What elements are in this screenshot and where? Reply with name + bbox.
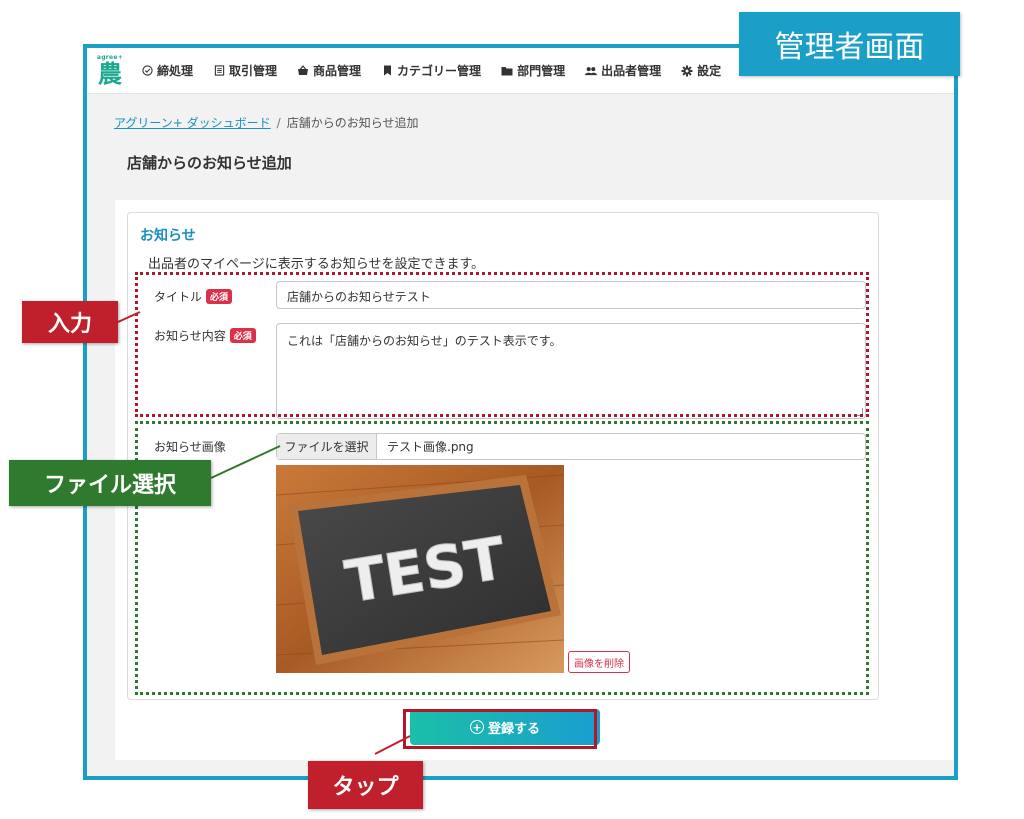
nav-item-label: 締処理 (157, 64, 194, 78)
nav-item-label: 取引管理 (229, 64, 278, 78)
input-annotation: 入力 (22, 301, 118, 343)
logo-glyph: 農 (98, 60, 122, 88)
nav-item-departments[interactable]: 部門管理 (501, 62, 565, 79)
nav-item-settings[interactable]: 設定 (681, 62, 721, 79)
nav-item-label: 部門管理 (517, 64, 566, 78)
tap-highlight-box (403, 709, 597, 749)
nav-item-label: 商品管理 (313, 64, 362, 78)
card-description: 出品者のマイページに表示するお知らせを設定できます。 (148, 257, 485, 272)
gear-icon (681, 65, 693, 77)
nav-item-categories[interactable]: カテゴリー管理 (381, 62, 481, 79)
card-title: お知らせ (140, 228, 196, 244)
nav-item-sellers[interactable]: 出品者管理 (585, 62, 661, 79)
check-circle-icon (141, 65, 153, 77)
basket-icon (297, 65, 309, 77)
document-icon (213, 65, 225, 77)
admin-screen-label: 管理者画面 (739, 12, 960, 76)
nav-item-label: 設定 (697, 64, 722, 78)
breadcrumb-home-link[interactable]: アグリーン+ ダッシュボード (114, 116, 271, 130)
input-highlight-box (135, 272, 869, 417)
nav-item-label: 出品者管理 (601, 64, 662, 78)
screenshot-stage: agree+ 農 締処理 取引管理 商品管理 カテゴリー管理 部門管理 出品者管… (0, 0, 1024, 819)
page-title: 店舗からのお知らせ追加 (127, 154, 292, 172)
nav-item-transactions[interactable]: 取引管理 (213, 62, 277, 79)
breadcrumb: アグリーン+ ダッシュボード / 店舗からのお知らせ追加 (114, 114, 418, 131)
logo[interactable]: agree+ 農 (95, 54, 125, 88)
nav-item-products[interactable]: 商品管理 (297, 62, 361, 79)
file-select-highlight-box (135, 421, 869, 695)
breadcrumb-current: 店舗からのお知らせ追加 (286, 116, 419, 130)
folder-icon (501, 65, 513, 77)
file-select-annotation: ファイル選択 (9, 460, 211, 506)
nav-item-label: カテゴリー管理 (397, 64, 482, 78)
breadcrumb-separator: / (276, 116, 281, 130)
nav-item-closing[interactable]: 締処理 (141, 62, 193, 79)
tap-annotation: タップ (308, 761, 423, 809)
users-icon (585, 65, 598, 77)
bookmark-icon (381, 65, 393, 77)
